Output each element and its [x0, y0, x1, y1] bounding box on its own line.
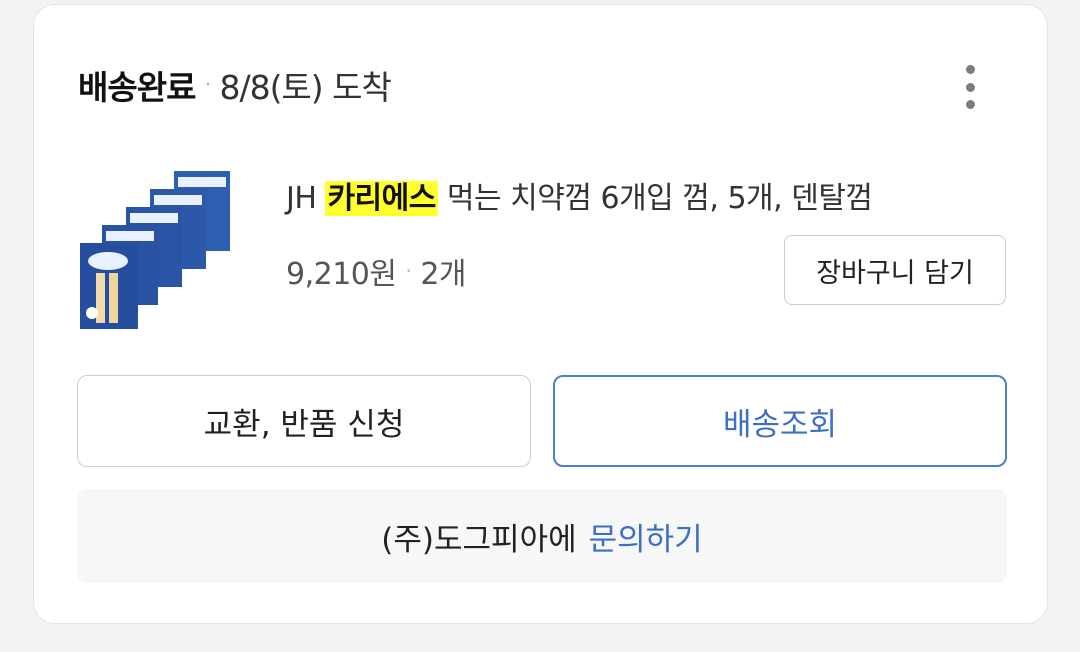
separator-dot: · — [204, 72, 211, 98]
more-dot — [965, 100, 975, 109]
arrival-date: 8/8(토) 도착 — [219, 68, 391, 107]
delivery-status: 배송완료 — [78, 68, 196, 107]
more-dot — [965, 82, 975, 92]
order-header: 배송완료 · 8/8(토) 도착 — [78, 57, 392, 113]
product-name-highlight: 카리에스 — [325, 181, 438, 216]
inquiry-link[interactable]: 문의하기 — [589, 514, 703, 559]
product-name[interactable]: JH 카리에스 먹는 치약껌 6개입 껌, 5개, 덴탈껌 — [286, 173, 873, 217]
product-name-prefix: JH — [286, 181, 317, 216]
seller-name: (주)도그피아에 — [381, 521, 577, 558]
exchange-return-button[interactable]: 교환, 반품 신청 — [77, 375, 531, 467]
product-quantity: 2개 — [420, 257, 467, 292]
price-row: 9,210원 · 2개 — [286, 249, 467, 293]
product-price: 9,210원 — [286, 257, 397, 292]
product-thumbnail[interactable] — [78, 163, 236, 333]
seller-inquiry-bar: (주)도그피아에 문의하기 — [77, 489, 1007, 583]
more-vertical-icon[interactable] — [952, 63, 988, 111]
action-buttons: 교환, 반품 신청 배송조회 — [77, 375, 1007, 467]
track-delivery-button[interactable]: 배송조회 — [553, 375, 1007, 467]
product-pack — [80, 243, 138, 329]
product-name-suffix: 먹는 치약껌 6개입 껌, 5개, 덴탈껌 — [446, 181, 873, 216]
add-to-cart-button[interactable]: 장바구니 담기 — [784, 235, 1006, 305]
separator-dot: · — [405, 259, 412, 283]
order-card: 배송완료 · 8/8(토) 도착 JH 카리에스 먹는 치약껌 6개입 껌, 5… — [33, 4, 1048, 624]
more-dot — [965, 65, 975, 74]
